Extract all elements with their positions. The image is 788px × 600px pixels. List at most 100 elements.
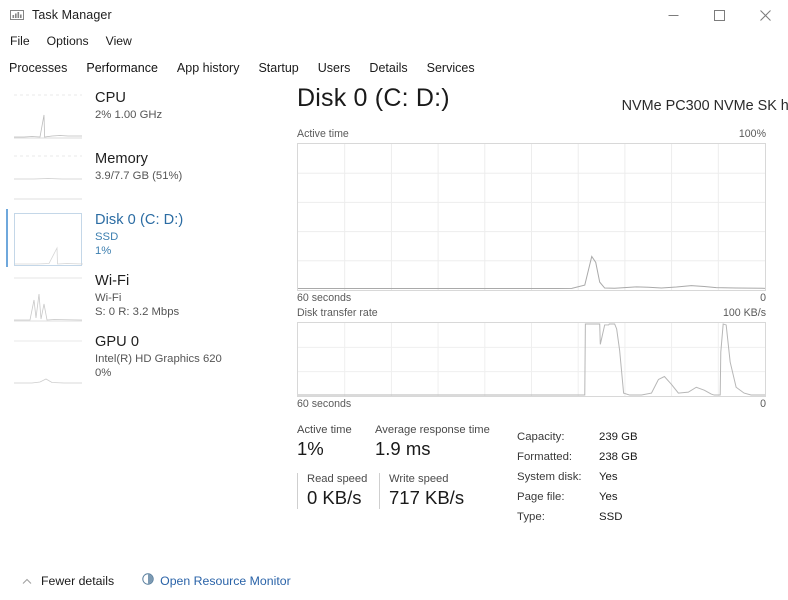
open-resource-monitor-link[interactable]: Open Resource Monitor xyxy=(142,572,291,590)
footer-bar: Fewer details Open Resource Monitor xyxy=(0,562,788,600)
sidebar-item-memory-title: Memory xyxy=(95,151,149,167)
tab-performance[interactable]: Performance xyxy=(85,60,159,76)
active-time-x-label: 60 seconds xyxy=(297,292,352,304)
tab-users[interactable]: Users xyxy=(317,60,352,76)
sidebar-item-disk-0-title: Disk 0 (C: D:) xyxy=(95,212,184,228)
stat-write-speed-value: 717 KB/s xyxy=(389,487,465,508)
menu-item-view[interactable]: View xyxy=(104,33,134,49)
fewer-details-label: Fewer details xyxy=(41,574,115,588)
chevron-up-icon xyxy=(22,572,32,590)
transfer-rate-chart-footer: 60 seconds 0 xyxy=(292,397,788,413)
sidebar-item-gpu-0-title: GPU 0 xyxy=(95,334,140,350)
stat-read-speed-value: 0 KB/s xyxy=(307,487,362,508)
sidebar-item-cpu[interactable]: CPU 2% 1.00 GHz xyxy=(0,86,283,146)
active-time-chart-max: 100% xyxy=(738,128,766,140)
disk-stats: Active time 1% Average response time 1.9… xyxy=(292,424,788,527)
window-title: Task Manager xyxy=(32,8,112,22)
maximize-button[interactable] xyxy=(696,0,742,30)
stat-write-speed-label: Write speed xyxy=(389,473,449,485)
info-system-disk-label: System disk: xyxy=(517,471,582,483)
resource-monitor-icon xyxy=(142,572,154,590)
info-row-capacity: Capacity: 239 GB xyxy=(517,427,638,447)
info-type-value: SSD xyxy=(599,511,623,523)
detail-header: Disk 0 (C: D:) NVMe PC300 NVMe SK hy xyxy=(292,84,788,128)
titlebar-left: Task Manager xyxy=(0,8,112,22)
cpu-mini-graph xyxy=(14,91,82,144)
info-formatted-value: 238 GB xyxy=(599,451,638,463)
info-row-page-file: Page file: Yes xyxy=(517,487,638,507)
transfer-rate-x-right-label: 0 xyxy=(760,398,766,410)
transfer-rate-chart-title: Disk transfer rate xyxy=(297,307,378,319)
page-title: Disk 0 (C: D:) xyxy=(297,84,450,112)
sidebar-item-cpu-title: CPU xyxy=(95,90,126,106)
device-model-label: NVMe PC300 NVMe SK hy xyxy=(621,98,788,114)
window-controls xyxy=(650,0,788,30)
sidebar-item-disk-0[interactable]: Disk 0 (C: D:) SSD 1% xyxy=(0,208,283,268)
close-button[interactable] xyxy=(742,0,788,30)
sidebar-item-disk-0-text: Disk 0 (C: D:) SSD 1% xyxy=(95,211,183,258)
stat-read-speed-label: Read speed xyxy=(307,473,368,485)
transfer-rate-x-label: 60 seconds xyxy=(297,398,352,410)
task-manager-window: Task Manager File Options View Processes… xyxy=(0,0,788,600)
sidebar-item-gpu-0-sub: Intel(R) HD Graphics 620 xyxy=(95,353,222,366)
tab-startup[interactable]: Startup xyxy=(257,60,299,76)
transfer-rate-chart-max: 100 KB/s xyxy=(723,307,766,319)
wifi-mini-graph xyxy=(14,274,82,327)
tab-processes[interactable]: Processes xyxy=(8,60,68,76)
info-type-label: Type: xyxy=(517,511,545,523)
stat-active-time: Active time 1% xyxy=(297,424,375,460)
stat-average-response-time-value: 1.9 ms xyxy=(375,438,431,459)
task-manager-icon xyxy=(10,8,25,22)
disk-stats-left: Active time 1% Average response time 1.9… xyxy=(292,424,512,527)
tab-app-history[interactable]: App history xyxy=(176,60,241,76)
info-system-disk-value: Yes xyxy=(599,471,618,483)
sidebar-item-disk-0-usage: 1% xyxy=(95,245,112,258)
sidebar-item-wifi[interactable]: Wi-Fi Wi-Fi S: 0 R: 3.2 Mbps xyxy=(0,269,283,329)
info-capacity-label: Capacity: xyxy=(517,431,565,443)
gpu-mini-graph xyxy=(14,335,82,388)
disk-mini-graph xyxy=(14,213,83,266)
resource-sidebar: CPU 2% 1.00 GHz Memory 3.9/7.7 GB (51%) xyxy=(0,86,283,556)
titlebar: Task Manager xyxy=(0,0,788,30)
info-row-formatted: Formatted: 238 GB xyxy=(517,447,638,467)
active-time-x-right-label: 0 xyxy=(760,292,766,304)
transfer-rate-chart-labels: Disk transfer rate 100 KB/s xyxy=(292,307,788,322)
stat-average-response-time: Average response time 1.9 ms xyxy=(375,424,508,460)
disk-stats-row-1: Active time 1% Average response time 1.9… xyxy=(297,424,512,460)
sidebar-item-wifi-throughput: S: 0 R: 3.2 Mbps xyxy=(95,306,180,319)
sidebar-item-memory-text: Memory 3.9/7.7 GB (51%) xyxy=(95,150,182,183)
active-time-chart-labels: Active time 100% xyxy=(292,128,788,143)
sidebar-item-gpu-0-usage: 0% xyxy=(95,367,112,380)
sidebar-item-cpu-text: CPU 2% 1.00 GHz xyxy=(95,89,162,122)
sidebar-item-disk-0-sub: SSD xyxy=(95,231,119,244)
disk-info-list: Capacity: 239 GB Formatted: 238 GB Syste… xyxy=(517,424,638,527)
info-formatted-label: Formatted: xyxy=(517,451,573,463)
info-capacity-value: 239 GB xyxy=(599,431,638,443)
sidebar-item-wifi-title: Wi-Fi xyxy=(95,273,130,289)
resource-monitor-label: Open Resource Monitor xyxy=(160,574,291,588)
selection-accent-bar xyxy=(6,209,8,267)
info-row-type: Type: SSD xyxy=(517,507,638,527)
sidebar-item-wifi-text: Wi-Fi Wi-Fi S: 0 R: 3.2 Mbps xyxy=(95,272,179,319)
stat-write-speed: Write speed 717 KB/s xyxy=(379,473,479,509)
sidebar-item-gpu-0-text: GPU 0 Intel(R) HD Graphics 620 0% xyxy=(95,333,222,380)
stat-average-response-time-label: Average response time xyxy=(375,424,490,436)
menu-item-file[interactable]: File xyxy=(8,33,32,49)
tab-details[interactable]: Details xyxy=(368,60,408,76)
tabbar: Processes Performance App history Startu… xyxy=(0,55,476,81)
info-page-file-label: Page file: xyxy=(517,491,565,503)
transfer-rate-graph[interactable] xyxy=(297,322,766,397)
disk-stats-row-2: Read speed 0 KB/s Write speed 717 KB/s xyxy=(297,473,512,509)
performance-detail-panel: Disk 0 (C: D:) NVMe PC300 NVMe SK hy Act… xyxy=(292,84,788,556)
stat-read-speed: Read speed 0 KB/s xyxy=(297,473,379,509)
sidebar-item-memory[interactable]: Memory 3.9/7.7 GB (51%) xyxy=(0,147,283,207)
fewer-details-button[interactable]: Fewer details xyxy=(22,572,114,590)
menu-item-options[interactable]: Options xyxy=(45,33,91,49)
active-time-graph[interactable] xyxy=(297,143,766,291)
tab-services[interactable]: Services xyxy=(426,60,476,76)
stat-active-time-label: Active time xyxy=(297,424,352,436)
sidebar-item-gpu-0[interactable]: GPU 0 Intel(R) HD Graphics 620 0% xyxy=(0,330,283,390)
active-time-chart-title: Active time xyxy=(297,128,349,140)
minimize-button[interactable] xyxy=(650,0,696,30)
memory-mini-graph xyxy=(14,152,82,205)
